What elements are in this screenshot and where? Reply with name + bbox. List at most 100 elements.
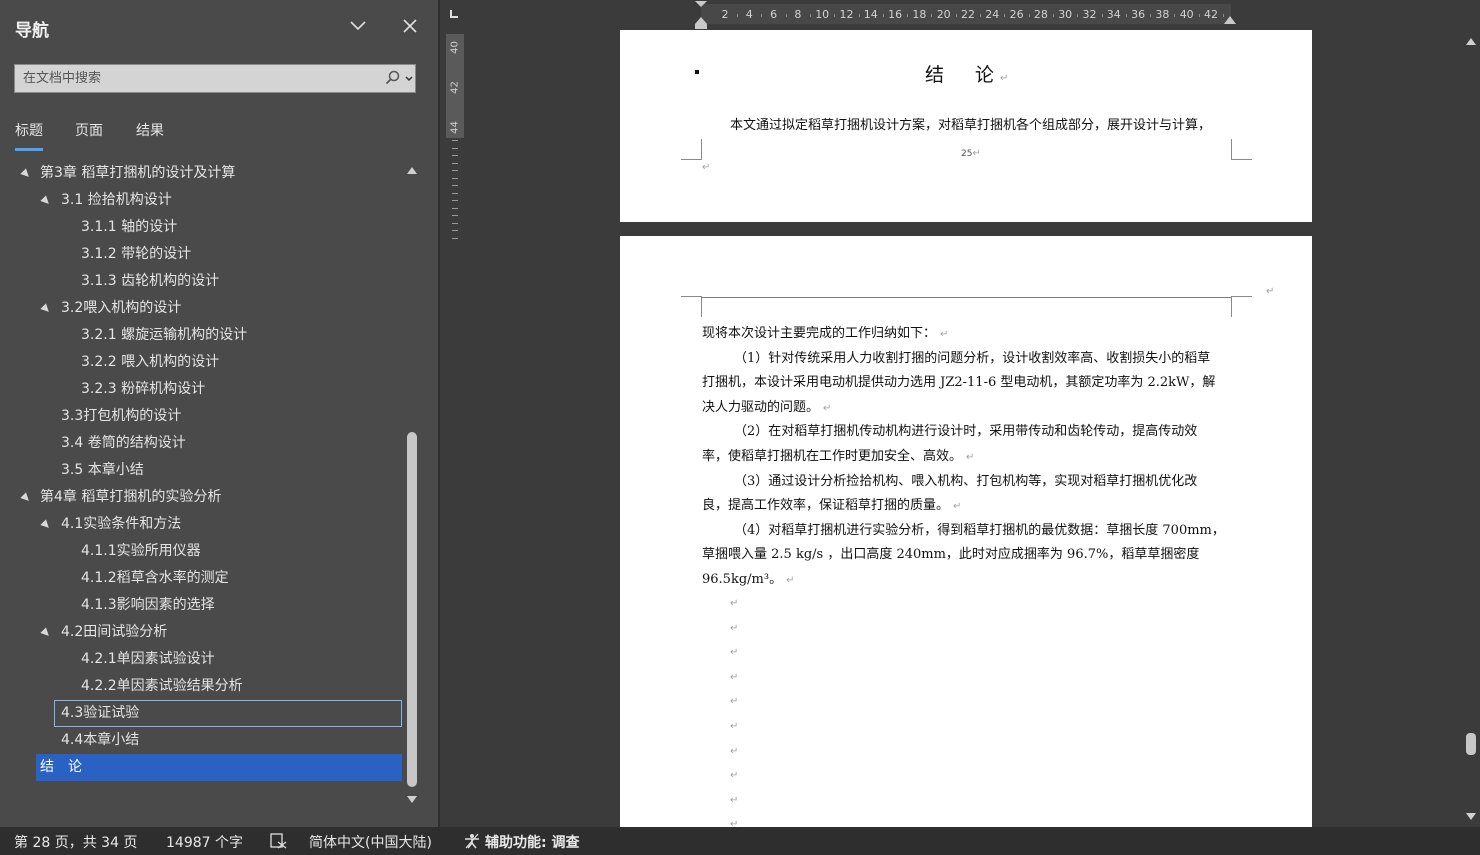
nav-heading-item[interactable]: 3.2.3 粉碎机构设计 [0,376,400,403]
search-input[interactable] [15,65,375,92]
ruler-tick [452,192,458,194]
nav-heading-item[interactable]: 4.3验证试验 [54,700,402,727]
document-canvas[interactable]: 结 论↵ 本文通过拟定稻草打捆机设计方案，对稻草打捆机各个组成部分，展开设计与计… [472,30,1462,827]
status-word-count[interactable]: 14987 个字 [166,832,243,852]
tab-headings[interactable]: 标题 [15,120,43,151]
nav-heading-item[interactable]: 3.1.2 带轮的设计 [0,241,400,268]
nav-heading-item[interactable]: 4.1.1实验所用仪器 [0,538,400,565]
page-26[interactable]: ↵ 现将本次设计主要完成的工作归纳如下： ↵ （1）针对传统采用人力收割打捆的问题分… [620,236,1312,827]
nav-heading-item[interactable]: 4.1实验条件和方法 [0,511,400,538]
paragraph-mark: ↵ [786,575,795,586]
ruler-number: 30 [1058,8,1073,21]
nav-heading-item[interactable]: 3.2.2 喂入机构的设计 [0,349,400,376]
ruler-number: 2 [721,8,729,21]
text-line[interactable]: （1）针对传统采用人力收割打捆的问题分析，设计收割效率高、收割损失小的稻草 [702,347,1232,371]
nav-heading-item[interactable]: 3.1.3 齿轮机构的设计 [0,268,400,295]
search-dropdown-icon[interactable] [404,71,414,90]
crop-mark [681,296,702,317]
text-line[interactable]: 良，提高工作效率，保证稻草打捆的质量。 ↵ [702,494,1232,518]
status-page-count[interactable]: 第 28 页，共 34 页 [14,832,137,852]
status-accessibility[interactable]: 辅助功能: 调查 [485,832,579,852]
proofing-icon[interactable] [270,833,288,853]
ruler-tick [1223,14,1224,17]
nav-heading-item[interactable]: 4.2.2单因素试验结果分析 [0,673,400,700]
text-line[interactable]: 决人力驱动的问题。 ↵ [702,396,1232,420]
conclusion-paragraph[interactable]: 本文通过拟定稻草打捆机设计方案，对稻草打捆机各个组成部分，展开设计与计算， [730,114,1211,133]
page-number: 25↵ [961,148,981,159]
tab-selector[interactable] [440,0,472,30]
scroll-down-icon[interactable] [1465,810,1477,822]
scroll-up-icon[interactable] [405,164,419,178]
nav-scroll-thumb[interactable] [407,432,417,787]
tab-results[interactable]: 结果 [136,120,164,140]
document-scroll-thumb[interactable] [1466,733,1476,755]
accessibility-icon[interactable] [463,833,481,853]
page-25[interactable]: 结 论↵ 本文通过拟定稻草打捆机设计方案，对稻草打捆机各个组成部分，展开设计与计… [620,30,1312,222]
scroll-down-icon[interactable] [405,792,419,806]
ruler-tick [980,14,981,17]
ruler-tick [452,162,458,164]
empty-paragraph-mark: ↵ [730,770,739,782]
document-scrollbar[interactable] [1462,30,1480,827]
text-line[interactable]: （2）在对稻草打捆机传动机构进行设计时，采用带传动和齿轮传动，提高传动效 [702,420,1232,444]
nav-heading-item[interactable]: 3.1.1 轴的设计 [0,214,400,241]
text-line[interactable]: 草捆喂入量 2.5 kg/s ，出口高度 240mm，此时对应成捆率为 96.7… [702,543,1232,567]
nav-heading-item[interactable]: 4.2田间试验分析 [0,619,400,646]
tab-pages[interactable]: 页面 [75,120,103,140]
expand-triangle-icon[interactable] [20,168,32,180]
ruler-number: 40 [449,41,461,54]
ruler-number: 26 [1009,8,1024,21]
text-line-content: 打捆机，本设计采用电动机提供动力选用 JZ2-11-6 型电动机，其额定功率为 … [702,375,1216,391]
ruler-tick [452,215,458,216]
expand-triangle-icon[interactable] [40,519,52,531]
ruler-tick [452,170,458,171]
expand-triangle-icon[interactable] [40,303,52,315]
nav-heading-item[interactable]: 3.3打包机构的设计 [0,403,400,430]
ruler-tick [452,140,458,141]
nav-close-button[interactable] [398,14,422,38]
nav-heading-item[interactable]: 第3章 稻草打捆机的设计及计算 [0,160,400,187]
nav-heading-item[interactable]: 3.5 本章小结 [0,457,400,484]
nav-heading-label: 4.1实验条件和方法 [61,516,182,532]
scroll-up-icon[interactable] [1465,36,1477,48]
nav-heading-item[interactable]: 4.1.2稻草含水率的测定 [0,565,400,592]
vertical-ruler[interactable]: 40 42 44 [440,30,472,827]
nav-heading-item[interactable]: 3.4 卷筒的结构设计 [0,430,400,457]
empty-paragraph-mark: ↵ [730,622,739,634]
status-language[interactable]: 简体中文(中国大陆) [309,832,432,852]
chevron-down-icon [350,21,366,31]
nav-heading-item[interactable]: 4.4本章小结 [0,727,400,754]
ruler-number: 22 [961,8,975,21]
text-line[interactable]: 现将本次设计主要完成的工作归纳如下： ↵ [702,322,1232,346]
status-bar: 第 28 页，共 34 页 14987 个字 简体中文(中国大陆) 辅助功能: … [0,827,1480,855]
nav-heading-item[interactable]: 4.1.3影响因素的选择 [0,592,400,619]
crop-mark [1231,296,1252,317]
text-line[interactable]: （3）通过设计分析捡拾机构、喂入机构、打包机构等，实现对稻草打捆机优化改 [702,470,1232,494]
search-icon[interactable] [385,70,401,90]
first-line-indent-marker[interactable] [694,0,708,30]
empty-paragraph-mark: ↵ [730,647,739,659]
right-indent-marker[interactable] [1223,14,1237,26]
nav-heading-item[interactable]: 3.2喂入机构的设计 [0,295,400,322]
expand-triangle-icon[interactable] [40,195,52,207]
ruler-tick [834,14,836,17]
nav-heading-item[interactable]: 3.1 捡拾机构设计 [0,187,400,214]
nav-heading-item[interactable]: 3.2.1 螺旋运输机构的设计 [0,322,400,349]
text-line[interactable]: 96.5kg/m³。 ↵ [702,568,1232,592]
ruler-number: 4 [745,8,753,21]
nav-heading-item[interactable]: 第4章 稻草打捆机的实验分析 [0,484,400,511]
nav-scrollbar[interactable] [404,164,420,808]
nav-heading-item[interactable]: 结 论 [36,754,402,781]
ruler-number: 14 [863,8,878,21]
heading-conclusion[interactable]: 结 论↵ [925,60,1014,87]
text-line[interactable]: （4）对稻草打捆机进行实验分析，得到稻草打捆机的最优数据：草捆长度 700mm， [702,519,1232,543]
ruler-tick [1052,14,1054,17]
expand-triangle-icon[interactable] [40,627,52,639]
text-line[interactable]: 率，使稻草打捆机在工作时更加安全、高效。 ↵ [702,445,1232,469]
horizontal-ruler[interactable]: 2 4 6 8 10 12 14 16 18 20 22 24 26 28 30 32 34 36 38 40 42 [472,0,1462,30]
expand-triangle-icon[interactable] [20,492,32,504]
nav-options-button[interactable] [346,14,370,38]
nav-heading-item[interactable]: 4.2.1单因素试验设计 [0,646,400,673]
text-line[interactable]: 打捆机，本设计采用电动机提供动力选用 JZ2-11-6 型电动机，其额定功率为 … [702,371,1232,395]
ruler-tick [1150,14,1152,17]
